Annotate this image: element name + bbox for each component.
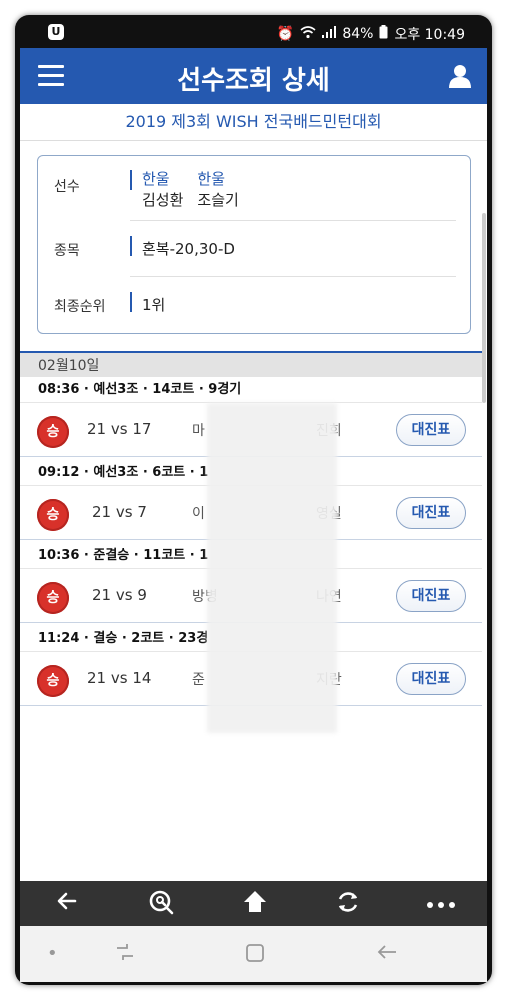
scrollbar[interactable] xyxy=(482,213,486,403)
page-title: 선수조회 상세 xyxy=(177,66,330,96)
app-notification-icon: U xyxy=(48,24,64,40)
home-icon[interactable] xyxy=(240,889,270,919)
status-bar: U ⏰ 84% 오후 10:49 xyxy=(20,18,487,48)
app-bar: 선수조회 상세 xyxy=(20,48,487,104)
system-nav-bar: • xyxy=(20,926,487,982)
match-score: 21 vs 7 xyxy=(92,503,147,521)
status-right: ⏰ 84% 오후 10:49 xyxy=(277,24,465,44)
opponent-1: 준 xyxy=(192,672,205,688)
player-club: 한울 xyxy=(197,170,226,188)
label-divider xyxy=(130,236,132,256)
back-arrow-icon[interactable] xyxy=(52,889,82,919)
privacy-blur xyxy=(207,403,337,733)
win-badge: 승 xyxy=(37,416,69,448)
user-icon[interactable] xyxy=(449,64,471,88)
player-name: 조슬기 xyxy=(197,191,239,209)
bracket-button[interactable]: 대진표 xyxy=(396,414,466,446)
event-label: 종목 xyxy=(54,243,80,259)
event-value: 혼복-20,30-D xyxy=(142,240,235,258)
system-back-icon[interactable] xyxy=(376,943,398,966)
match-score: 21 vs 9 xyxy=(92,586,147,604)
bracket-button[interactable]: 대진표 xyxy=(396,663,466,695)
info-row-event: 종목 혼복-20,30-D xyxy=(38,220,470,276)
player-list: 한울 김성환 한울 조슬기 xyxy=(142,168,239,210)
player-item: 한울 김성환 xyxy=(142,168,183,210)
more-icon[interactable] xyxy=(426,889,456,919)
home-button-icon[interactable] xyxy=(245,943,265,968)
opponent-1: 마 xyxy=(192,423,205,439)
label-divider xyxy=(130,292,132,312)
tournament-title: 2019 제3회 WISH 전국배드민턴대회 xyxy=(20,104,487,141)
info-row-rank: 최종순위 1위 xyxy=(38,276,470,332)
label-divider xyxy=(130,170,132,190)
bracket-button[interactable]: 대진표 xyxy=(396,497,466,529)
player-name: 김성환 xyxy=(142,191,184,209)
zoom-search-icon[interactable] xyxy=(146,889,176,919)
match-score: 21 vs 14 xyxy=(87,669,152,687)
wifi-icon xyxy=(300,25,316,43)
info-row-player: 선수 한울 김성환 한울 조슬기 xyxy=(38,156,470,218)
recent-apps-icon[interactable] xyxy=(115,943,135,966)
player-club: 한울 xyxy=(142,170,170,188)
bracket-button[interactable]: 대진표 xyxy=(396,580,466,612)
alarm-icon: ⏰ xyxy=(276,26,295,42)
nav-dot-icon: • xyxy=(47,943,58,964)
player-item: 한울 조슬기 xyxy=(197,168,238,210)
player-info-box: 선수 한울 김성환 한울 조슬기 종목 혼복-20,30-D 최종순위 1위 xyxy=(37,155,471,334)
battery-icon xyxy=(379,25,388,43)
win-badge: 승 xyxy=(37,665,69,697)
player-label: 선수 xyxy=(54,179,80,195)
match-score: 21 vs 17 xyxy=(87,420,152,438)
clock: 오후 10:49 xyxy=(394,27,465,43)
rank-value: 1위 xyxy=(142,296,166,314)
signal-icon xyxy=(322,26,337,42)
win-badge: 승 xyxy=(37,582,69,614)
refresh-icon[interactable] xyxy=(333,889,363,919)
page-frame: U ⏰ 84% 오후 10:49 선수조회 상세 2019 제3회 WISH 전… xyxy=(0,0,507,1000)
win-badge: 승 xyxy=(37,499,69,531)
browser-toolbar xyxy=(20,881,487,926)
battery-percent: 84% xyxy=(342,26,374,42)
phone-device: U ⏰ 84% 오후 10:49 선수조회 상세 2019 제3회 WISH 전… xyxy=(15,15,492,985)
match-meta: 08:36 · 예선3조 · 14코트 · 9경기 xyxy=(20,377,482,403)
rank-label: 최종순위 xyxy=(54,299,106,315)
screen: U ⏰ 84% 오후 10:49 선수조회 상세 2019 제3회 WISH 전… xyxy=(20,18,487,982)
opponent-1: 이 xyxy=(192,506,205,522)
date-header: 02월10일 xyxy=(20,351,482,377)
